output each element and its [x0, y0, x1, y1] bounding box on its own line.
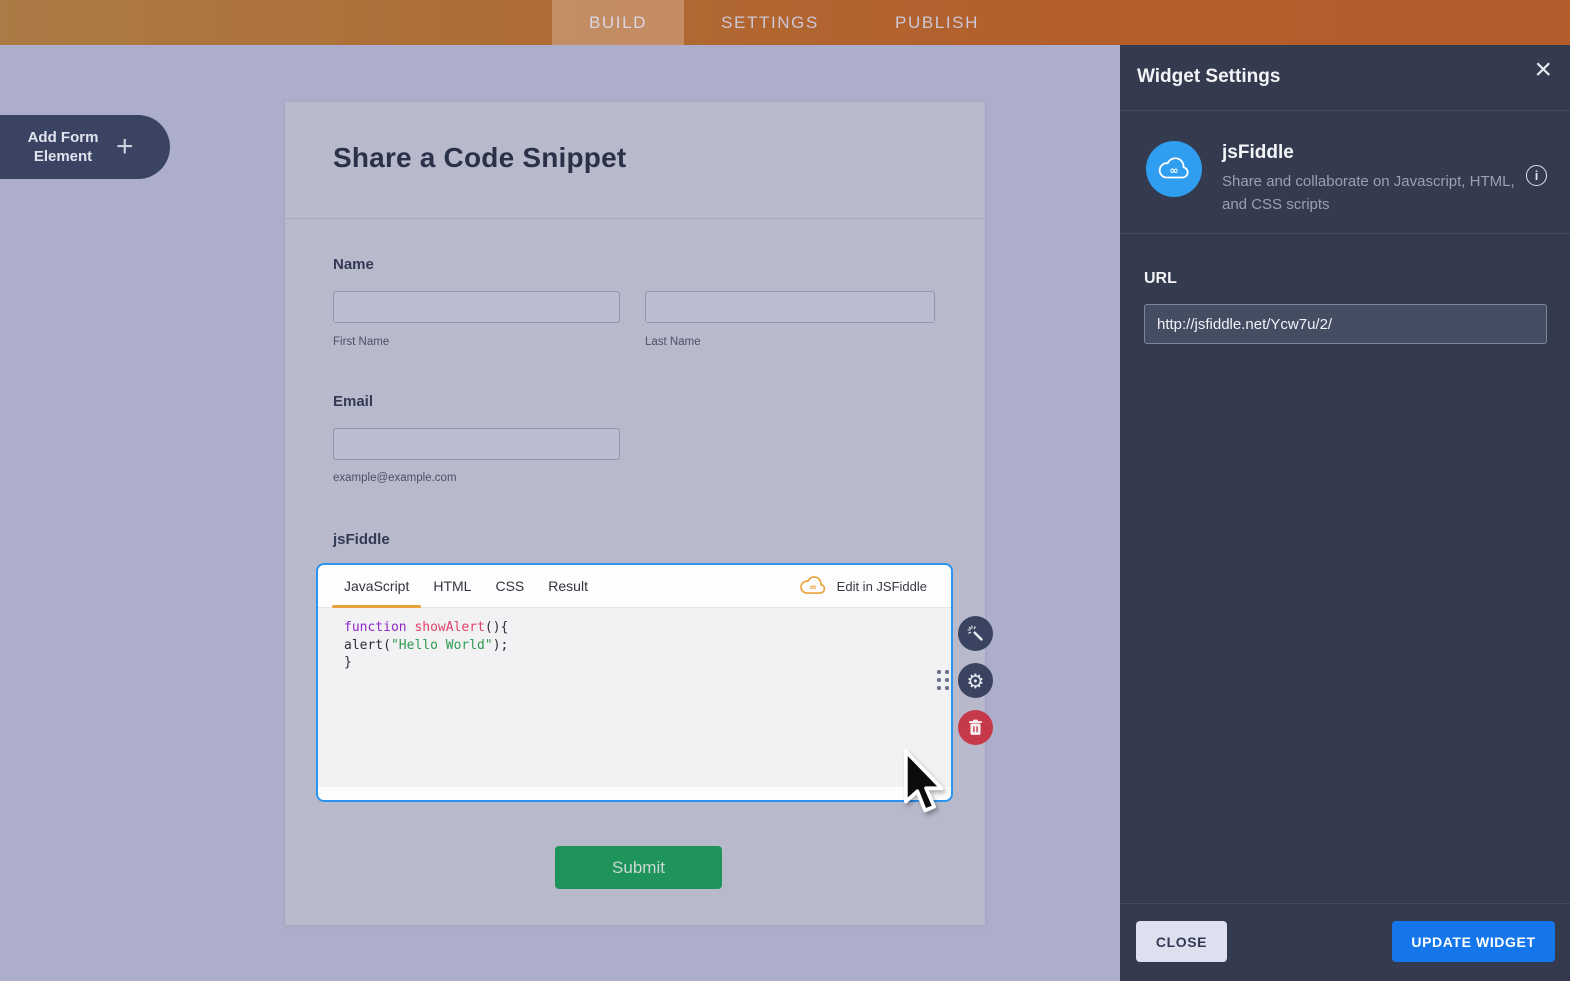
tab-settings[interactable]: SETTINGS: [684, 0, 856, 45]
top-tabs: BUILD SETTINGS PUBLISH: [552, 0, 1018, 45]
first-name-sublabel: First Name: [333, 336, 390, 348]
url-input[interactable]: [1144, 304, 1547, 344]
panel-divider: [1120, 233, 1570, 234]
widget-tab-css[interactable]: CSS: [483, 565, 536, 607]
url-label: URL: [1144, 270, 1177, 287]
trash-icon: [968, 719, 983, 735]
app-screen: BUILD SETTINGS PUBLISH Add Form Element …: [0, 0, 1570, 981]
submit-button[interactable]: Submit: [555, 846, 722, 889]
gear-icon: ⚙: [966, 668, 985, 693]
jsfiddle-widget[interactable]: JavaScript HTML CSS Result ∞ Edit in JSF…: [316, 563, 953, 802]
name-field-label: Name: [333, 256, 374, 273]
panel-divider: [1120, 110, 1570, 111]
close-icon[interactable]: ×: [1534, 53, 1552, 87]
email-input[interactable]: [333, 428, 620, 460]
code-line: function showAlert(){: [344, 619, 931, 637]
jsfiddle-widget-icon: ∞: [1146, 141, 1202, 197]
tab-publish[interactable]: PUBLISH: [856, 0, 1018, 45]
edit-in-jsfiddle-link[interactable]: ∞ Edit in JSFiddle: [798, 575, 937, 597]
jsfiddle-widget-header: JavaScript HTML CSS Result ∞ Edit in JSF…: [318, 565, 951, 608]
edit-link-label: Edit in JSFiddle: [836, 578, 927, 594]
panel-divider: [1120, 903, 1570, 904]
top-navigation-bar: BUILD SETTINGS PUBLISH: [0, 0, 1570, 45]
widget-tab-javascript[interactable]: JavaScript: [332, 565, 422, 608]
widget-settings-button[interactable]: ⚙: [958, 663, 993, 698]
panel-title: Widget Settings: [1137, 66, 1281, 87]
widget-settings-panel: Widget Settings × ∞ jsFiddle Share and c…: [1120, 45, 1570, 981]
tab-build[interactable]: BUILD: [552, 0, 684, 45]
info-icon[interactable]: i: [1526, 165, 1547, 186]
add-form-element-button[interactable]: Add Form Element +: [0, 115, 170, 179]
jsfiddle-cloud-icon: ∞: [799, 576, 825, 594]
drag-handle-icon[interactable]: [937, 670, 949, 690]
mouse-cursor: [895, 748, 945, 823]
first-name-input[interactable]: [333, 291, 620, 323]
widget-tab-html[interactable]: HTML: [421, 565, 483, 607]
code-token: function: [344, 620, 407, 635]
svg-text:∞: ∞: [1169, 164, 1178, 177]
jsfiddle-field-label: jsFiddle: [333, 531, 390, 548]
update-widget-button[interactable]: UPDATE WIDGET: [1392, 921, 1555, 962]
code-token: );: [492, 637, 509, 653]
widget-name: jsFiddle: [1222, 142, 1294, 163]
code-token: "Hello World": [390, 637, 493, 653]
last-name-sublabel: Last Name: [645, 336, 701, 348]
form-card: Share a Code Snippet Name First Name Las…: [285, 102, 985, 925]
form-title[interactable]: Share a Code Snippet: [333, 142, 626, 174]
code-line: alert("Hello World");: [344, 637, 931, 655]
plus-icon: +: [116, 130, 134, 163]
code-preview: function showAlert(){ alert("Hello World…: [318, 608, 951, 787]
code-line: }: [344, 654, 931, 672]
widget-description: Share and collaborate on Javascript, HTM…: [1222, 173, 1515, 213]
email-field-label: Email: [333, 393, 374, 410]
code-token: showAlert: [406, 620, 485, 635]
code-token: alert(: [344, 637, 391, 653]
title-divider: [285, 218, 985, 219]
add-form-element-label: Add Form Element: [27, 129, 99, 165]
widget-tab-result[interactable]: Result: [536, 565, 600, 607]
code-token: (){: [484, 620, 509, 635]
svg-text:∞: ∞: [809, 582, 817, 593]
code-token: }: [344, 655, 352, 670]
delete-widget-button[interactable]: [958, 710, 993, 745]
wizard-button[interactable]: [958, 616, 993, 651]
magic-wand-icon: [966, 624, 983, 641]
jsfiddle-cloud-icon: ∞: [1158, 157, 1189, 179]
last-name-input[interactable]: [645, 291, 935, 323]
email-sublabel: example@example.com: [333, 472, 457, 484]
close-button[interactable]: CLOSE: [1136, 921, 1227, 962]
